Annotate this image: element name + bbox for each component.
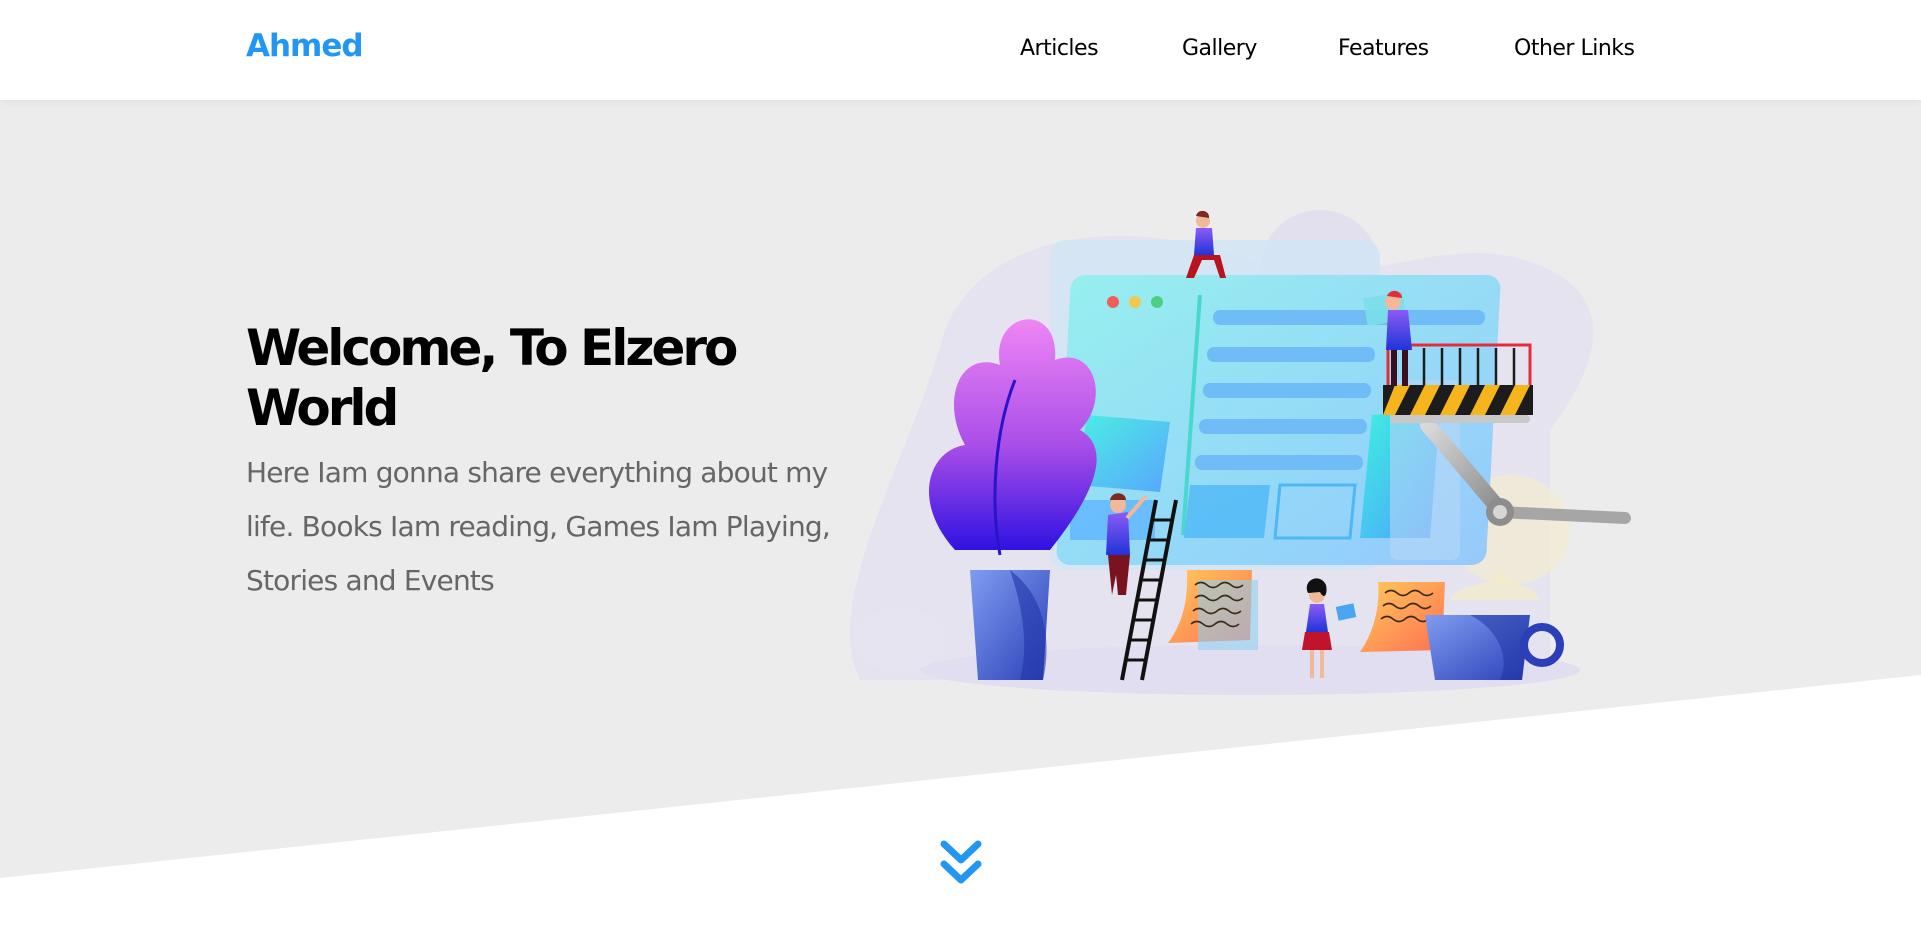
main-nav: Articles Gallery Features Other Links [0, 36, 1921, 66]
site-header: Ahmed Articles Gallery Features Other Li… [0, 0, 1921, 100]
nav-link-features[interactable]: Features [1338, 36, 1429, 61]
team-building-website-illustration [850, 210, 1631, 695]
landing-intro: Welcome, To Elzero World Here Iam gonna … [246, 318, 846, 608]
intro-description: Here Iam gonna share everything about my… [246, 456, 831, 597]
page-title: Welcome, To Elzero World [246, 319, 738, 437]
nav-link-gallery[interactable]: Gallery [1182, 36, 1257, 61]
nav-link-other-links[interactable]: Other Links [1514, 36, 1635, 61]
double-chevron-down-icon[interactable] [940, 838, 982, 888]
nav-link-articles[interactable]: Articles [1020, 36, 1099, 61]
